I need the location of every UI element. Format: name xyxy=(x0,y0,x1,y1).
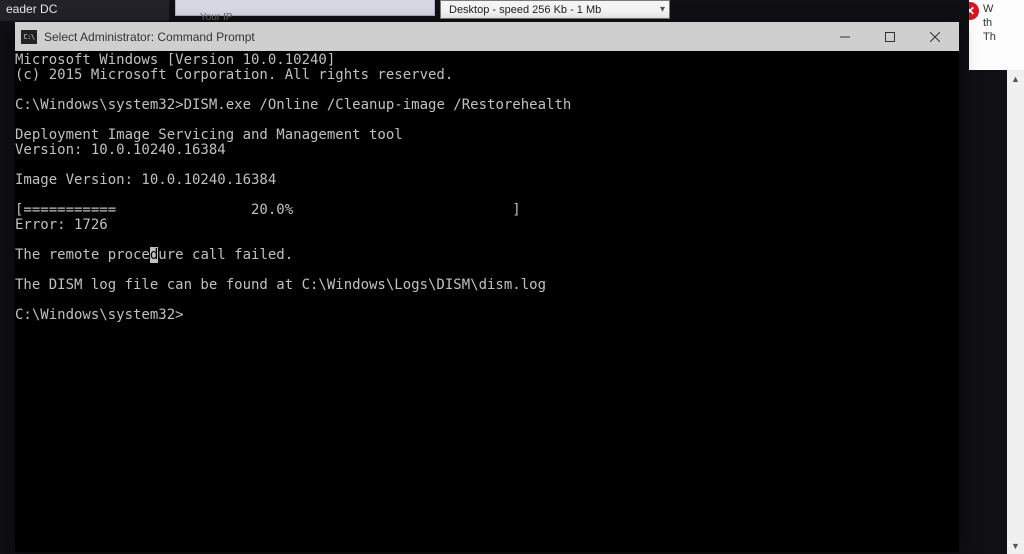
scrollbar-down-button[interactable]: ▼ xyxy=(1007,537,1024,554)
close-button[interactable] xyxy=(912,23,957,51)
minimize-icon xyxy=(840,32,850,42)
minimize-button[interactable] xyxy=(822,23,867,51)
prompt: C:\Windows\system32> xyxy=(15,307,184,323)
terminal-output: Microsoft Windows [Version 10.0.10240] (… xyxy=(15,53,959,323)
notification-text-1: W xyxy=(983,2,1022,16)
error-icon: ✕ xyxy=(969,2,979,20)
command-entered: DISM.exe /Online /Cleanup-image /Restore… xyxy=(184,97,572,113)
close-icon xyxy=(930,32,940,42)
speed-dropdown-value: Desktop - speed 256 Kb - 1 Mb xyxy=(449,4,601,16)
prompt: C:\Windows\system32> xyxy=(15,97,184,113)
chevron-down-icon: ▾ xyxy=(660,4,665,15)
titlebar[interactable]: C:\ Select Administrator: Command Prompt xyxy=(15,22,959,51)
notification-text-2: th xyxy=(983,16,1022,30)
desktop: eader DC Your IP Desktop - speed 256 Kb … xyxy=(0,0,1024,554)
notification-text-3: Th xyxy=(983,30,1022,44)
page-scrollbar[interactable]: ▲ ▼ xyxy=(1007,70,1024,554)
speed-dropdown[interactable]: Desktop - speed 256 Kb - 1 Mb ▾ xyxy=(440,0,670,19)
maximize-button[interactable] xyxy=(867,23,912,51)
command-prompt-window: C:\ Select Administrator: Command Prompt… xyxy=(15,22,959,552)
maximize-icon xyxy=(885,32,895,42)
error-code: Error: 1726 xyxy=(15,217,108,233)
notification-fragment: ✕ W th Th xyxy=(969,0,1024,70)
error-message: The remote proce xyxy=(15,247,150,263)
terminal-body[interactable]: Microsoft Windows [Version 10.0.10240] (… xyxy=(15,51,959,552)
cmd-icon: C:\ xyxy=(21,30,37,44)
progress-bar: [=========== 20.0% ] xyxy=(15,202,521,218)
log-path-line: The DISM log file can be found at C:\Win… xyxy=(15,277,546,293)
taskbar-fragment: eader DC xyxy=(0,0,170,21)
scrollbar-up-button[interactable]: ▲ xyxy=(1007,70,1024,87)
window-title: Select Administrator: Command Prompt xyxy=(44,30,822,44)
